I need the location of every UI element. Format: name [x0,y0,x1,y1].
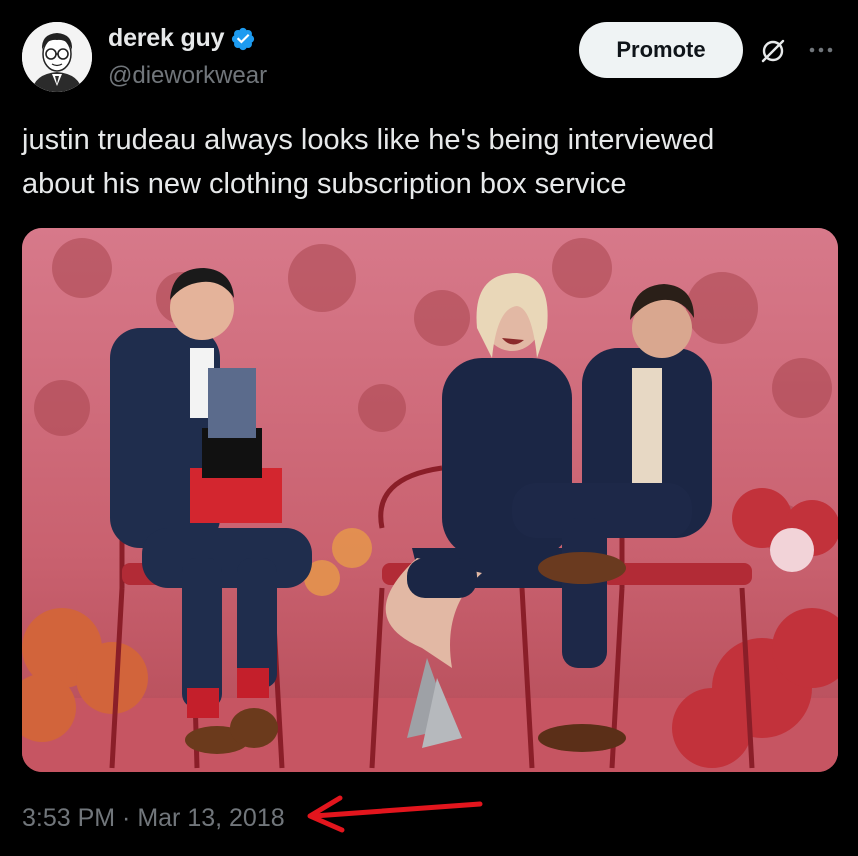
avatar[interactable] [22,22,92,92]
verified-badge-icon [232,27,255,50]
tweet-photo[interactable] [22,228,838,772]
display-name[interactable]: derek guy [108,24,225,53]
tweet-text: justin trudeau always looks like he's be… [22,124,715,200]
more-options-icon[interactable] [806,38,836,62]
red-arrow-icon [307,795,483,833]
grok-icon[interactable] [758,36,788,66]
author-name-row[interactable]: derek guy [108,24,256,53]
tweet-timestamp[interactable]: 3:53 PM · Mar 13, 2018 [22,804,285,833]
author-handle[interactable]: @dieworkwear [108,62,267,90]
promote-button[interactable]: Promote [579,22,743,78]
